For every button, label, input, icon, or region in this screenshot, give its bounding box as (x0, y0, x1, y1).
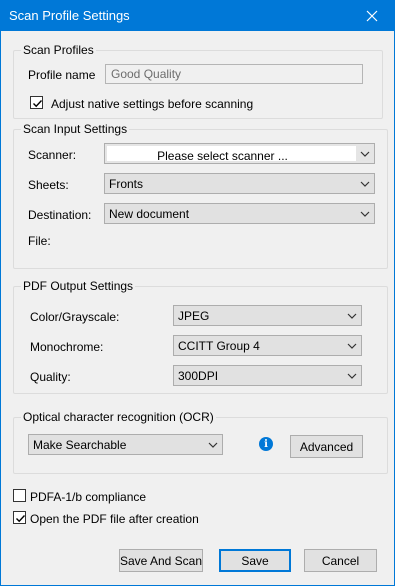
monochrome-label: Monochrome: (30, 340, 104, 354)
chevron-down-icon (347, 313, 357, 319)
save-and-scan-button[interactable]: Save And Scan (119, 549, 203, 572)
chevron-down-icon (360, 181, 370, 187)
scan-input-legend: Scan Input Settings (21, 122, 130, 136)
scan-profiles-legend: Scan Profiles (21, 43, 96, 57)
cancel-button[interactable]: Cancel (304, 549, 377, 572)
profile-name-value: Good Quality (111, 67, 182, 81)
title-bar: Scan Profile Settings (0, 0, 395, 31)
check-icon (16, 515, 26, 523)
pdfa-label[interactable]: PDFA-1/b compliance (30, 490, 146, 504)
scan-input-group: Scan Input Settings Scanner: Please sele… (13, 122, 388, 269)
monochrome-dropdown[interactable]: CCITT Group 4 (173, 335, 362, 356)
scan-profiles-group: Scan Profiles Profile name Good Quality … (13, 43, 383, 119)
scanner-label: Scanner: (28, 148, 77, 162)
quality-dropdown[interactable]: 300DPI (173, 365, 362, 386)
color-grayscale-value: JPEG (178, 309, 210, 323)
close-icon (366, 10, 378, 21)
info-icon[interactable]: i (259, 437, 273, 451)
close-button[interactable] (349, 0, 395, 31)
scanner-field: Please select scanner ... (107, 146, 356, 163)
chevron-down-icon (208, 442, 218, 448)
adjust-native-label[interactable]: Adjust native settings before scanning (51, 97, 253, 111)
color-grayscale-dropdown[interactable]: JPEG (173, 305, 362, 326)
profile-name-label: Profile name (28, 68, 96, 82)
adjust-native-checkbox[interactable] (30, 96, 43, 109)
open-after-label[interactable]: Open the PDF file after creation (30, 512, 199, 526)
advanced-button[interactable]: Advanced (290, 435, 363, 458)
destination-dropdown[interactable]: New document (104, 203, 375, 224)
pdfa-checkbox[interactable] (13, 489, 26, 502)
destination-label: Destination: (28, 208, 92, 222)
save-button[interactable]: Save (219, 549, 291, 572)
destination-value: New document (109, 207, 190, 221)
pdf-output-legend: PDF Output Settings (21, 279, 136, 293)
chevron-down-icon (347, 343, 357, 349)
check-icon (33, 100, 43, 108)
ocr-legend: Optical character recognition (OCR) (21, 410, 216, 424)
ocr-mode-dropdown[interactable]: Make Searchable (28, 434, 223, 455)
sheets-label: Sheets: (28, 178, 69, 192)
pdf-output-group: PDF Output Settings Color/Grayscale: JPE… (13, 279, 388, 394)
sheets-value: Fronts (109, 177, 144, 191)
quality-value: 300DPI (178, 369, 219, 383)
color-grayscale-label: Color/Grayscale: (30, 310, 120, 324)
quality-label: Quality: (30, 370, 71, 384)
chevron-down-icon (360, 151, 370, 157)
dialog-body: Scan Profiles Profile name Good Quality … (0, 31, 395, 586)
monochrome-value: CCITT Group 4 (178, 339, 260, 353)
file-label: File: (28, 234, 51, 248)
ocr-mode-value: Make Searchable (33, 438, 127, 452)
chevron-down-icon (360, 211, 370, 217)
chevron-down-icon (347, 373, 357, 379)
sheets-dropdown[interactable]: Fronts (104, 173, 375, 194)
ocr-group: Optical character recognition (OCR) Make… (13, 410, 388, 474)
scanner-value: Please select scanner ... (157, 149, 288, 163)
profile-name-field[interactable]: Good Quality (105, 64, 363, 84)
open-after-checkbox[interactable] (13, 511, 26, 524)
scanner-dropdown[interactable]: Please select scanner ... (104, 143, 375, 164)
window-title: Scan Profile Settings (9, 8, 130, 23)
